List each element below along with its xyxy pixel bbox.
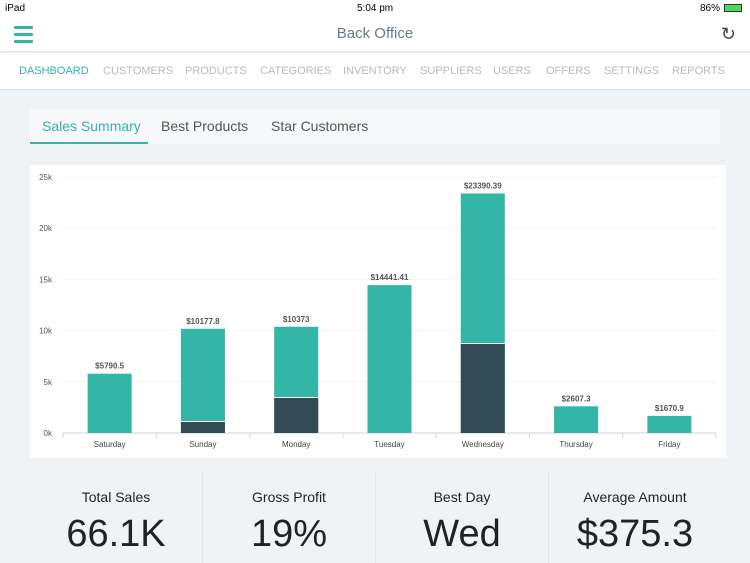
nav-offers[interactable]: OFFERS — [546, 65, 591, 77]
stat-value: $375.3 — [576, 513, 694, 555]
y-tick-label: 15k — [39, 275, 53, 284]
divider — [375, 472, 376, 563]
stat-value: 19% — [250, 513, 328, 555]
main-nav: DASHBOARD CUSTOMERS PRODUCTS CATEGORIES INVE… — [0, 53, 750, 90]
bar-segment-monday — [274, 397, 319, 433]
x-tick-label: Saturday — [94, 440, 126, 449]
data-label: $1670.9 — [655, 404, 684, 413]
data-label: $2607.3 — [562, 394, 591, 403]
sales-chart-card: 0k 5k 10k 15k 20k 25k $5790.5 Saturday $10177.8 S… — [30, 165, 726, 458]
nav-products[interactable]: PRODUCTS — [185, 65, 247, 77]
stat-value: 66.1K — [66, 513, 166, 555]
bar-friday — [647, 415, 692, 433]
x-tick-label: Wednesday — [462, 440, 504, 449]
tab-sales-summary[interactable]: Sales Summary — [42, 118, 141, 134]
bar-segment-wednesday — [460, 344, 505, 433]
divider — [548, 472, 549, 563]
stat-value: Wed — [423, 513, 501, 555]
stat-card: Total Sales 66.1K — [30, 472, 202, 563]
nav-settings[interactable]: SETTINGS — [604, 65, 659, 77]
nav-dashboard[interactable]: DASHBOARD — [19, 65, 89, 77]
data-label: $5790.5 — [95, 362, 124, 371]
stat-card: Best Day Wed — [376, 472, 548, 563]
sales-chart: 0k 5k 10k 15k 20k 25k $5790.5 Saturday $10177.8 S… — [39, 173, 717, 449]
status-bar: iPad 5:04 pm 86% — [0, 0, 750, 16]
x-tick-label: Monday — [282, 440, 310, 449]
tab-star-customers[interactable]: Star Customers — [271, 118, 368, 134]
device-name: iPad — [5, 3, 26, 14]
y-tick-label: 0k — [44, 429, 53, 438]
stats-row: Total Sales 66.1K Gross Profit 19% Best Day W… — [30, 472, 722, 563]
nav-inventory[interactable]: INVENTORY — [343, 65, 407, 77]
page-title: Back Office — [336, 25, 414, 42]
app-header: Back Office ↻ — [0, 16, 750, 52]
bar-saturday — [87, 373, 132, 433]
refresh-icon[interactable]: ↻ — [721, 24, 736, 45]
bar-thursday — [554, 406, 599, 433]
bar-segment-sunday — [180, 422, 225, 433]
stat-label: Total Sales — [81, 489, 151, 505]
bar-sunday — [180, 328, 225, 433]
tab-best-products[interactable]: Best Products — [161, 118, 248, 134]
tab-bar: Sales Summary Best Products Star Custome… — [30, 109, 720, 144]
stat-card: Average Amount $375.3 — [549, 472, 721, 563]
data-label: $23390.39 — [464, 181, 502, 190]
bar-tuesday — [367, 285, 412, 433]
stat-card: Gross Profit 19% — [203, 472, 375, 563]
x-tick-label: Friday — [658, 440, 680, 449]
data-label: $10373 — [283, 315, 310, 324]
data-label: $14441.41 — [371, 273, 409, 282]
battery-level: 86% — [699, 3, 720, 14]
y-tick-label: 5k — [44, 378, 53, 387]
stat-label: Gross Profit — [252, 489, 326, 505]
divider — [202, 472, 203, 563]
x-tick-label: Sunday — [189, 440, 216, 449]
y-tick-label: 25k — [39, 173, 53, 182]
clock: 5:04 pm — [357, 3, 394, 14]
data-label: $10177.8 — [186, 317, 220, 326]
y-tick-label: 20k — [39, 224, 53, 233]
battery-icon — [724, 4, 742, 12]
nav-reports[interactable]: REPORTS — [672, 65, 725, 77]
active-tab-indicator — [30, 142, 148, 144]
stat-label: Average Amount — [583, 489, 687, 505]
stat-label: Best Day — [433, 489, 491, 505]
nav-categories[interactable]: CATEGORIES — [260, 65, 331, 77]
y-tick-label: 10k — [39, 327, 53, 336]
x-tick-label: Tuesday — [374, 440, 404, 449]
nav-customers[interactable]: CUSTOMERS — [103, 65, 173, 77]
x-tick-label: Thursday — [559, 440, 592, 449]
nav-users[interactable]: USERS — [493, 65, 531, 77]
nav-suppliers[interactable]: SUPPLIERS — [420, 65, 482, 77]
